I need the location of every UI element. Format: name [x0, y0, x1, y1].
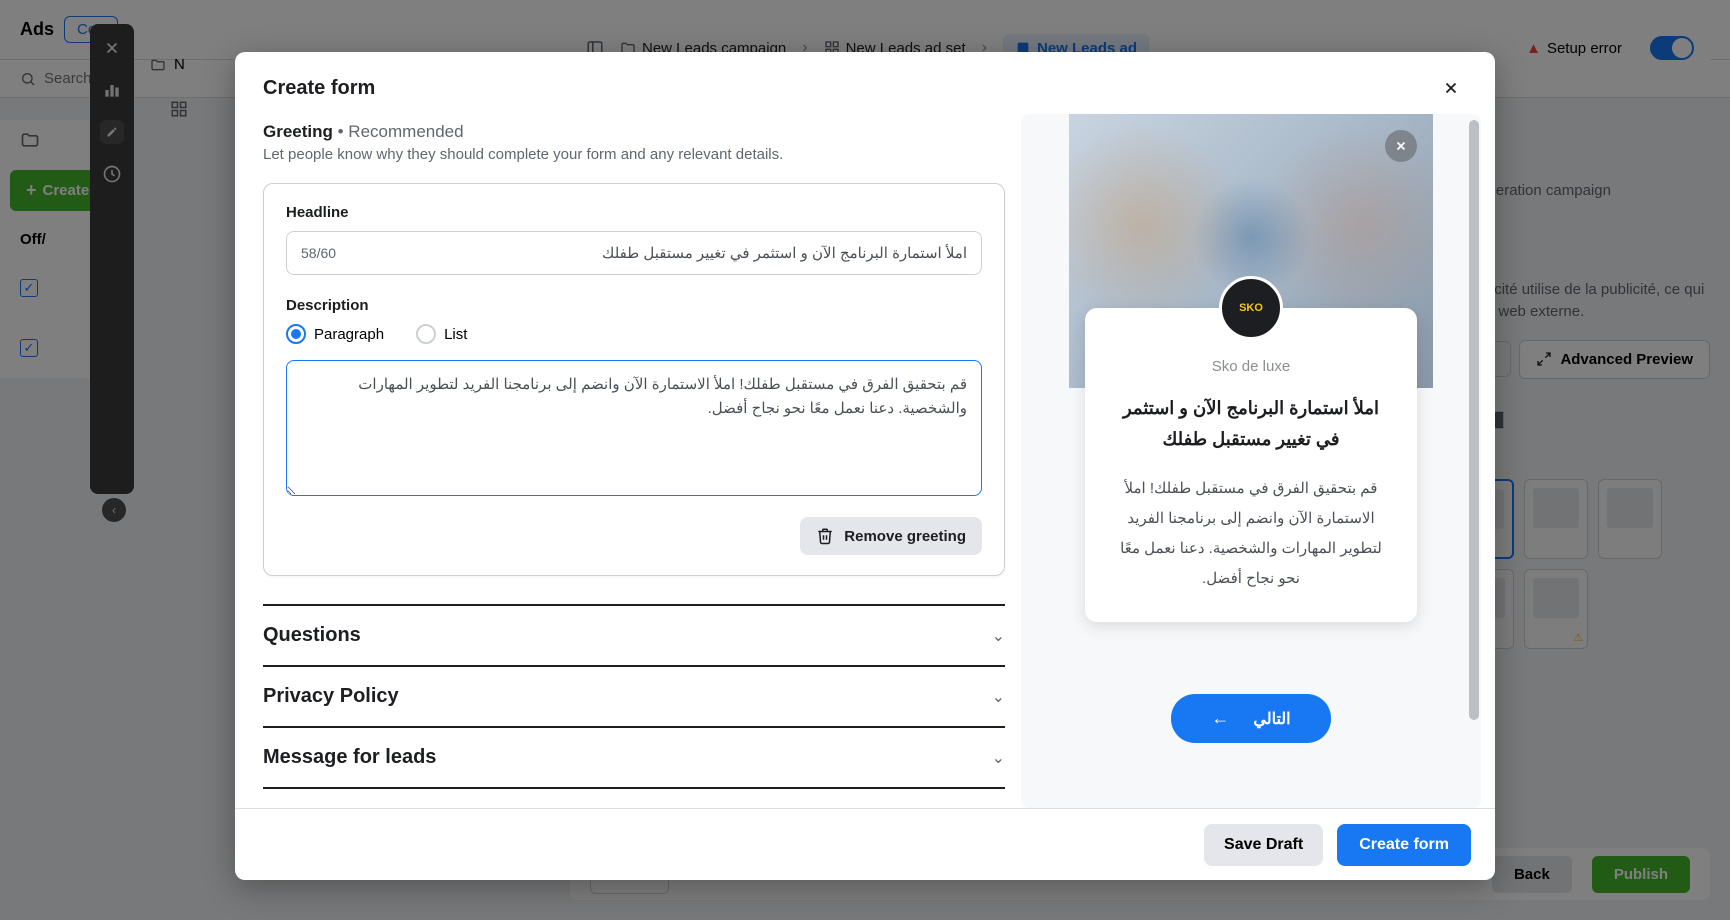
greeting-section-subtitle: Let people know why they should complete…	[263, 146, 1005, 163]
preview-headline: املأ استمارة البرنامج الآن و استثمر في ت…	[1109, 393, 1393, 454]
message-accordion[interactable]: Message for leads ⌄	[263, 726, 1005, 789]
headline-input[interactable]: املأ استمارة البرنامج الآن و استثمر في ت…	[286, 231, 982, 275]
form-preview-panel: SKO Sko de luxe املأ استمارة البرنامج ال…	[1021, 114, 1481, 808]
close-icon	[1442, 79, 1460, 97]
greeting-section-title: Greeting • Recommended	[263, 122, 1005, 142]
arrow-right-icon: ←	[1211, 708, 1229, 729]
create-form-modal: Create form Greeting • Recommended Let p…	[235, 52, 1495, 880]
preview-description: قم بتحقيق الفرق في مستقبل طفلك! املأ الا…	[1109, 474, 1393, 594]
brand-avatar: SKO	[1219, 276, 1283, 340]
scrollbar-thumb[interactable]	[1469, 120, 1479, 720]
description-paragraph-option[interactable]: Paragraph	[286, 324, 384, 344]
remove-greeting-button[interactable]: Remove greeting	[800, 517, 982, 555]
radio-icon	[416, 324, 436, 344]
create-form-button[interactable]: Create form	[1337, 824, 1471, 866]
chevron-down-icon: ⌄	[992, 687, 1005, 707]
privacy-accordion[interactable]: Privacy Policy ⌄	[263, 665, 1005, 726]
description-label: Description	[286, 297, 982, 314]
headline-counter: 58/60	[301, 245, 336, 261]
preview-next-button[interactable]: التالي ←	[1171, 694, 1330, 743]
brand-name: Sko de luxe	[1109, 358, 1393, 375]
modal-title: Create form	[263, 77, 375, 100]
trash-icon	[816, 527, 834, 545]
modal-overlay: Create form Greeting • Recommended Let p…	[0, 0, 1730, 920]
description-list-option[interactable]: List	[416, 324, 467, 344]
description-textarea[interactable]	[286, 360, 982, 496]
close-icon	[1394, 139, 1408, 153]
chevron-down-icon: ⌄	[992, 626, 1005, 646]
save-draft-button[interactable]: Save Draft	[1204, 824, 1323, 866]
radio-icon	[286, 324, 306, 344]
modal-close-button[interactable]	[1435, 72, 1467, 104]
questions-accordion[interactable]: Questions ⌄	[263, 604, 1005, 665]
chevron-down-icon: ⌄	[992, 748, 1005, 768]
preview-close-button[interactable]	[1385, 130, 1417, 162]
headline-label: Headline	[286, 204, 982, 221]
